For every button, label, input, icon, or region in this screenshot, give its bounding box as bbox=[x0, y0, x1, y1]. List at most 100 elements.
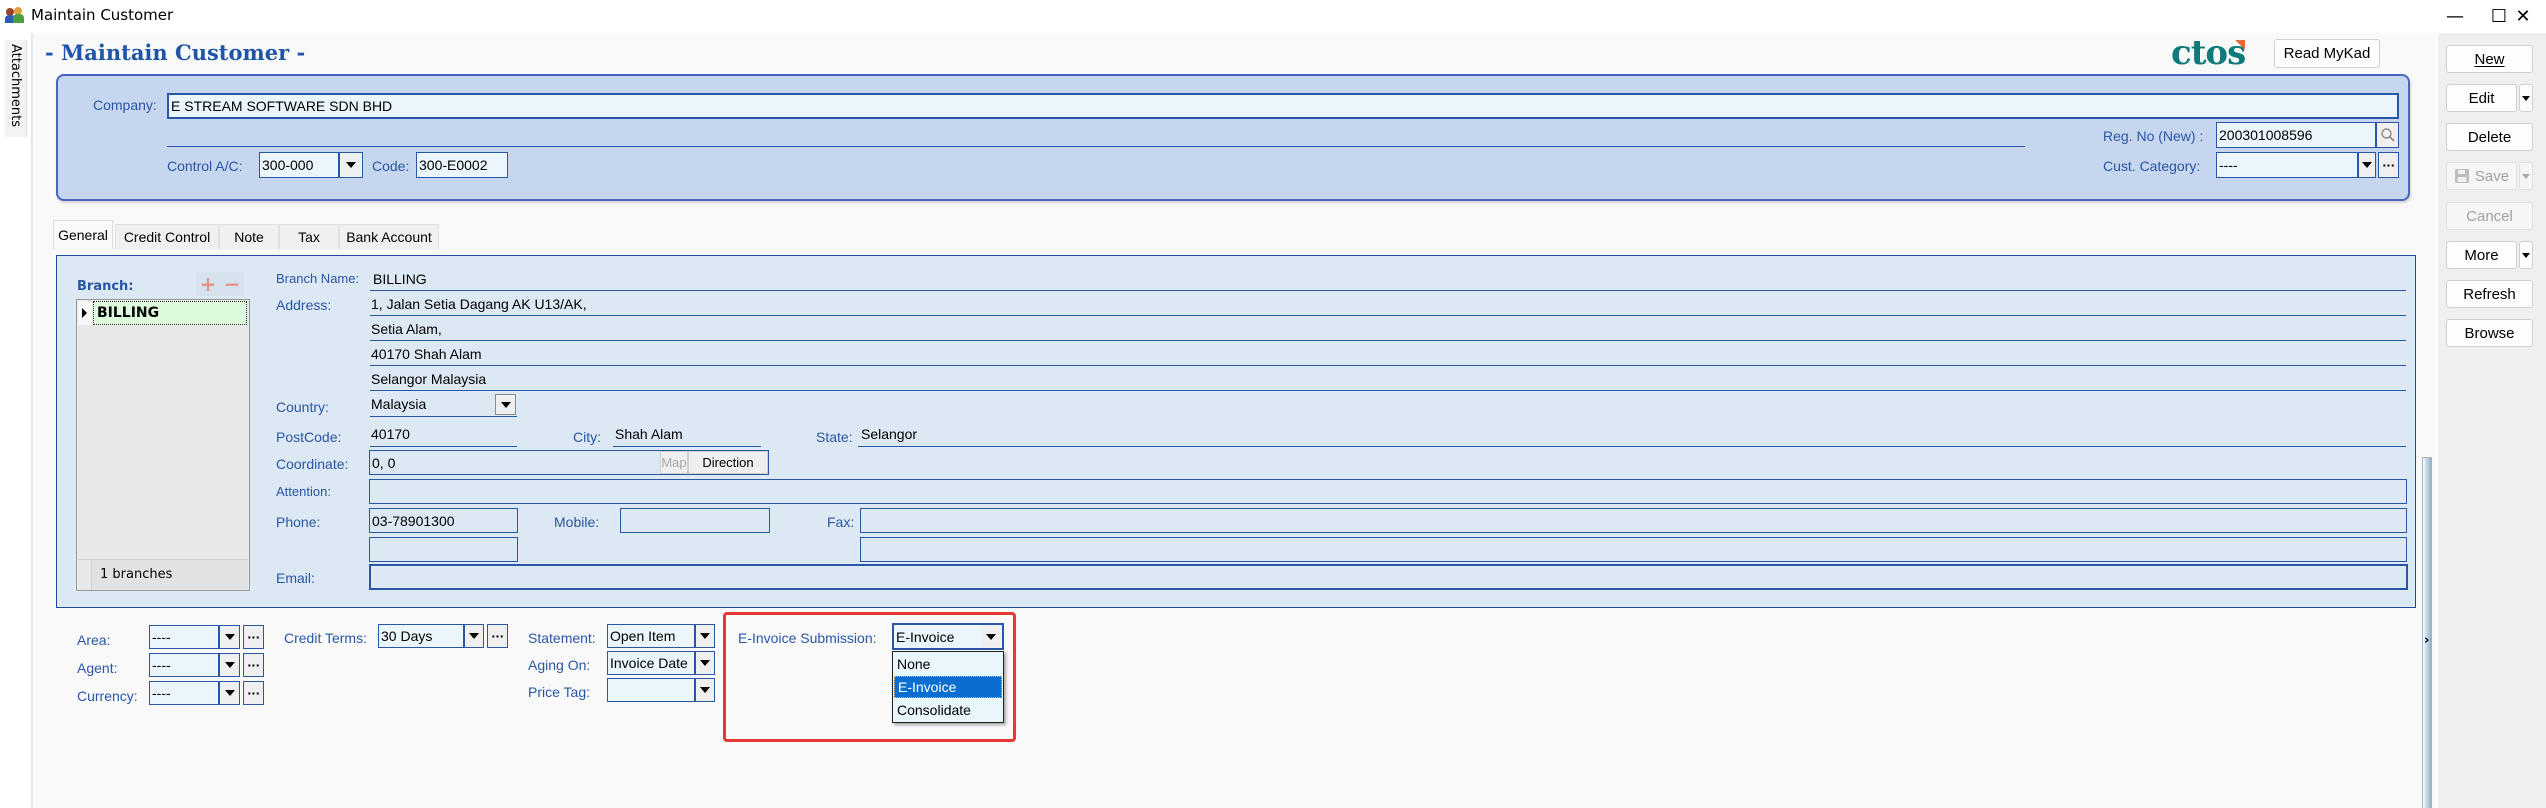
branch-name-underline bbox=[370, 290, 2406, 291]
agent-input[interactable]: ---- bbox=[149, 653, 219, 677]
more-button[interactable]: More bbox=[2446, 241, 2517, 269]
read-mykad-button[interactable]: Read MyKad bbox=[2274, 39, 2380, 68]
edit-dropdown-button[interactable] bbox=[2519, 84, 2533, 112]
statement-dropdown-button[interactable] bbox=[695, 624, 715, 648]
address-line-3[interactable]: 40170 Shah Alam bbox=[371, 346, 482, 362]
delete-button[interactable]: Delete bbox=[2446, 123, 2533, 151]
aging-on-input[interactable]: Invoice Date bbox=[607, 651, 695, 675]
fax-2-input[interactable] bbox=[860, 537, 2407, 562]
mobile-label: Mobile: bbox=[554, 514, 600, 530]
refresh-label: Refresh bbox=[2463, 285, 2516, 303]
branch-footer: 1 branches bbox=[78, 559, 248, 590]
postcode-label: PostCode: bbox=[276, 429, 342, 445]
address-line-2[interactable]: Setia Alam, bbox=[371, 321, 442, 337]
area-dropdown-button[interactable] bbox=[219, 625, 240, 649]
code-input[interactable]: 300-E0002 bbox=[416, 152, 508, 178]
map-button[interactable]: Map bbox=[660, 451, 688, 474]
new-button[interactable]: New bbox=[2446, 45, 2533, 73]
area-input[interactable]: ---- bbox=[149, 625, 219, 649]
attachments-tab[interactable]: Attachments bbox=[5, 40, 27, 137]
cust-category-browse-button[interactable]: ··· bbox=[2378, 152, 2399, 178]
chevron-down-icon bbox=[700, 633, 710, 639]
branch-name-value[interactable]: BILLING bbox=[373, 271, 427, 287]
company-input[interactable]: E STREAM SOFTWARE SDN BHD bbox=[167, 93, 2399, 119]
price-tag-dropdown-button[interactable] bbox=[695, 678, 715, 702]
save-button[interactable]: Save bbox=[2446, 162, 2517, 190]
currency-label: Currency: bbox=[77, 688, 138, 704]
fax-label: Fax: bbox=[827, 514, 855, 530]
branch-name-cell[interactable]: BILLING bbox=[93, 301, 247, 325]
address-line-1[interactable]: 1, Jalan Setia Dagang AK U13/AK, bbox=[371, 296, 587, 312]
search-icon bbox=[2380, 128, 2395, 142]
credit-terms-browse-button[interactable]: ··· bbox=[487, 624, 508, 648]
cancel-button[interactable]: Cancel bbox=[2446, 202, 2533, 230]
direction-button[interactable]: Direction bbox=[688, 451, 768, 474]
credit-terms-input[interactable]: 30 Days bbox=[378, 624, 464, 648]
cust-category-input[interactable]: ---- bbox=[2216, 152, 2358, 178]
minimize-button[interactable]: — bbox=[2432, 0, 2478, 32]
postcode-value[interactable]: 40170 bbox=[371, 426, 410, 442]
tab-bank-account[interactable]: Bank Account bbox=[339, 224, 439, 249]
branch-list[interactable]: BILLING 1 branches bbox=[76, 299, 250, 591]
code-label: Code: bbox=[372, 158, 410, 174]
credit-terms-dropdown-button[interactable] bbox=[464, 624, 484, 648]
cust-category-dropdown-button[interactable] bbox=[2358, 152, 2376, 178]
save-dropdown-button[interactable] bbox=[2519, 162, 2533, 190]
phone-2-input[interactable] bbox=[369, 537, 518, 562]
panel-splitter[interactable]: › bbox=[2422, 457, 2432, 808]
state-value[interactable]: Selangor bbox=[861, 426, 917, 442]
attachments-label: Attachments bbox=[8, 44, 23, 127]
reg-no-search-button[interactable] bbox=[2376, 122, 2399, 148]
reg-no-input[interactable]: 200301008596 bbox=[2216, 122, 2376, 148]
aging-on-dropdown-button[interactable] bbox=[695, 651, 715, 675]
price-tag-input[interactable] bbox=[607, 678, 695, 702]
save-icon bbox=[2454, 169, 2469, 183]
address-label: Address: bbox=[276, 297, 332, 313]
city-value[interactable]: Shah Alam bbox=[615, 426, 683, 442]
tab-tax[interactable]: Tax bbox=[279, 224, 339, 249]
save-label: Save bbox=[2474, 167, 2510, 185]
chevron-down-icon bbox=[346, 162, 356, 168]
country-value[interactable]: Malaysia bbox=[371, 396, 426, 412]
fax-input[interactable] bbox=[860, 508, 2407, 533]
currency-input[interactable]: ---- bbox=[149, 681, 219, 705]
browse-label: Browse bbox=[2464, 324, 2515, 342]
area-browse-button[interactable]: ··· bbox=[243, 625, 264, 649]
tab-label: General bbox=[58, 227, 108, 243]
page-title: - Maintain Customer - bbox=[45, 40, 306, 65]
tab-general[interactable]: General bbox=[53, 220, 113, 249]
browse-button[interactable]: Browse bbox=[2446, 319, 2533, 347]
mobile-input[interactable] bbox=[620, 508, 770, 533]
control-ac-dropdown-button[interactable] bbox=[339, 152, 363, 178]
agent-browse-button[interactable]: ··· bbox=[243, 653, 264, 677]
remove-branch-button[interactable]: − bbox=[224, 272, 241, 296]
chevron-down-icon bbox=[2522, 252, 2530, 258]
highlight-annotation-box bbox=[723, 612, 1016, 742]
address-line-4[interactable]: Selangor Malaysia bbox=[371, 371, 486, 387]
coordinate-label: Coordinate: bbox=[276, 456, 349, 472]
tab-note[interactable]: Note bbox=[219, 224, 279, 249]
agent-dropdown-button[interactable] bbox=[219, 653, 240, 677]
chevron-down-icon bbox=[700, 687, 710, 693]
phone-input[interactable]: 03-78901300 bbox=[369, 508, 518, 533]
tab-label: Tax bbox=[298, 229, 320, 245]
add-branch-button[interactable]: + bbox=[200, 272, 217, 296]
currency-dropdown-button[interactable] bbox=[219, 681, 240, 705]
close-button[interactable]: ✕ bbox=[2500, 0, 2546, 32]
refresh-button[interactable]: Refresh bbox=[2446, 280, 2533, 308]
tab-label: Bank Account bbox=[346, 229, 432, 245]
list-item[interactable]: BILLING bbox=[78, 301, 248, 325]
currency-browse-button[interactable]: ··· bbox=[243, 681, 264, 705]
tab-credit-control[interactable]: Credit Control bbox=[115, 224, 219, 249]
footer-indicator bbox=[78, 560, 92, 590]
attention-input[interactable] bbox=[369, 479, 2407, 504]
more-dropdown-button[interactable] bbox=[2519, 241, 2533, 269]
users-icon bbox=[5, 7, 24, 23]
control-ac-label: Control A/C: bbox=[167, 158, 243, 174]
statement-input[interactable]: Open Item bbox=[607, 624, 695, 648]
cust-category-label: Cust. Category: bbox=[2103, 158, 2201, 174]
edit-button[interactable]: Edit bbox=[2446, 84, 2517, 112]
email-input[interactable] bbox=[369, 564, 2408, 590]
control-ac-input[interactable]: 300-000 bbox=[259, 152, 339, 178]
country-dropdown-button[interactable] bbox=[495, 394, 516, 415]
